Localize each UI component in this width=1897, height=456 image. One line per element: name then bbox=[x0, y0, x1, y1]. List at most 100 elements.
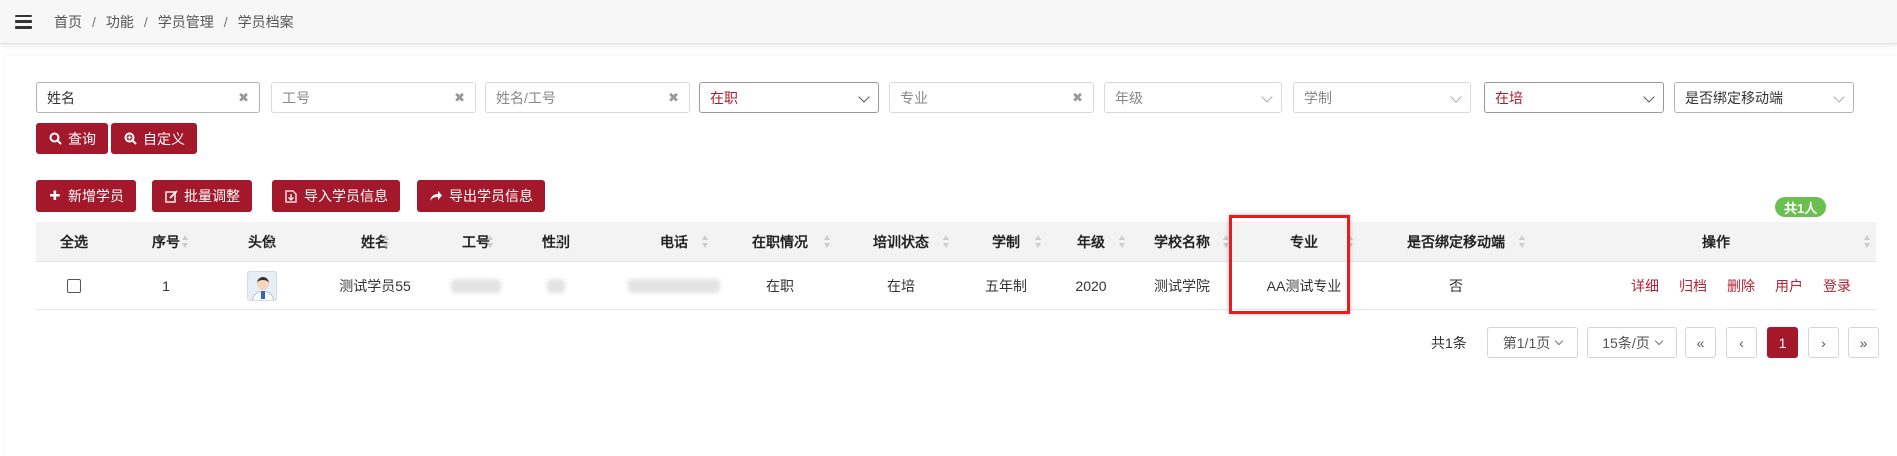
sort-icon[interactable] bbox=[702, 235, 708, 249]
employment-status-select[interactable]: 在职 bbox=[699, 82, 879, 113]
page-select[interactable]: 第1/1页 bbox=[1487, 327, 1578, 358]
prev-page-button[interactable]: ‹ bbox=[1726, 327, 1757, 358]
sort-icon[interactable] bbox=[556, 235, 562, 249]
breadcrumb-student-records: 学员档案 bbox=[237, 13, 294, 30]
program-select[interactable]: 学制 bbox=[1293, 82, 1471, 113]
row-training-status: 在培 bbox=[887, 278, 915, 294]
grade-select-text: 年级 bbox=[1115, 89, 1143, 106]
clear-icon[interactable]: ✖ bbox=[1072, 90, 1083, 106]
job-no-filter-text: 工号 bbox=[282, 89, 310, 106]
breadcrumb: 首页 / 功能 / 学员管理 / 学员档案 bbox=[54, 12, 294, 32]
clear-icon[interactable]: ✖ bbox=[454, 90, 465, 106]
page-size-select[interactable]: 15条/页 bbox=[1587, 327, 1677, 358]
row-actions: 详细 归档 删除 用户 登录 bbox=[1556, 262, 1876, 310]
sort-icon[interactable] bbox=[182, 235, 188, 249]
sort-icon[interactable] bbox=[267, 235, 273, 249]
table-header: 全选 序号 头像 姓名 工号 性别 电话 在职情况 培训状态 学制 年级 学校名… bbox=[36, 222, 1876, 262]
menu-toggle-button[interactable] bbox=[0, 0, 46, 44]
breadcrumb-student-management[interactable]: 学员管理 bbox=[158, 12, 214, 32]
delete-link[interactable]: 删除 bbox=[1727, 276, 1755, 296]
top-bar: 首页 / 功能 / 学员管理 / 学员档案 bbox=[0, 0, 1897, 44]
sort-icon[interactable] bbox=[487, 235, 493, 249]
export-students-button[interactable]: 导出学员信息 bbox=[417, 180, 545, 212]
row-grade: 2020 bbox=[1075, 278, 1107, 294]
chevron-down-icon bbox=[1643, 91, 1655, 103]
grade-select[interactable]: 年级 bbox=[1104, 82, 1282, 113]
search-icon bbox=[48, 132, 62, 146]
header-mobile-bound[interactable]: 是否绑定移动端 bbox=[1356, 222, 1556, 262]
first-page-button[interactable]: « bbox=[1685, 327, 1716, 358]
search-button[interactable]: 查询 bbox=[36, 123, 108, 154]
chevron-down-icon bbox=[858, 91, 870, 103]
clear-icon[interactable]: ✖ bbox=[238, 90, 249, 106]
last-page-button[interactable]: » bbox=[1848, 327, 1879, 358]
archive-link[interactable]: 归档 bbox=[1679, 276, 1707, 296]
row-major: AA测试专业 bbox=[1266, 278, 1342, 294]
zoom-in-icon bbox=[123, 132, 137, 146]
chevron-down-icon bbox=[1261, 91, 1273, 103]
breadcrumb-separator: / bbox=[223, 13, 228, 30]
edit-icon bbox=[164, 189, 178, 203]
program-select-text: 学制 bbox=[1304, 89, 1332, 106]
sort-icon[interactable] bbox=[943, 235, 949, 249]
training-status-select[interactable]: 在培 bbox=[1484, 82, 1664, 113]
share-icon bbox=[429, 189, 443, 203]
header-select-all[interactable]: 全选 bbox=[36, 222, 112, 262]
current-page-button[interactable]: 1 bbox=[1767, 327, 1798, 358]
chevron-down-icon bbox=[1554, 336, 1564, 346]
last-page-icon: » bbox=[1859, 334, 1868, 351]
header-school[interactable]: 学校名称 bbox=[1132, 222, 1232, 262]
pagination-total: 共1条 bbox=[1431, 334, 1467, 351]
first-page-icon: « bbox=[1696, 334, 1705, 351]
table-row: 1 测试学员55 在职 在培 五年制 2020 测试学院 AA测试专业 否 详细… bbox=[36, 262, 1876, 310]
sort-icon[interactable] bbox=[1519, 235, 1525, 249]
employment-status-value: 在职 bbox=[710, 89, 738, 106]
clear-icon[interactable]: ✖ bbox=[668, 90, 679, 106]
row-employment: 在职 bbox=[766, 278, 794, 294]
prev-page-icon: ‹ bbox=[1739, 334, 1744, 351]
sort-icon[interactable] bbox=[1035, 235, 1041, 249]
sort-icon[interactable] bbox=[1864, 235, 1870, 249]
chevron-down-icon bbox=[1654, 336, 1663, 346]
custom-button[interactable]: 自定义 bbox=[111, 123, 197, 154]
breadcrumb-function[interactable]: 功能 bbox=[106, 12, 134, 32]
login-link[interactable]: 登录 bbox=[1823, 276, 1851, 296]
user-link[interactable]: 用户 bbox=[1775, 276, 1803, 296]
header-program[interactable]: 学制 bbox=[956, 222, 1056, 262]
header-index[interactable]: 序号 bbox=[112, 222, 220, 262]
header-actions: 操作 bbox=[1702, 234, 1730, 250]
chevron-down-icon bbox=[1833, 91, 1845, 103]
row-school: 测试学院 bbox=[1154, 278, 1210, 294]
breadcrumb-home[interactable]: 首页 bbox=[54, 12, 82, 32]
import-file-icon bbox=[284, 189, 298, 203]
chevron-down-icon bbox=[1450, 91, 1462, 103]
sort-icon[interactable] bbox=[1119, 235, 1125, 249]
plus-icon: ✚ bbox=[49, 188, 61, 203]
detail-link[interactable]: 详细 bbox=[1631, 276, 1659, 296]
job-no-filter-input[interactable]: 工号 ✖ bbox=[271, 82, 476, 113]
header-major[interactable]: 专业 bbox=[1232, 222, 1376, 262]
sort-icon[interactable] bbox=[1347, 235, 1353, 249]
name-or-no-filter-text: 姓名/工号 bbox=[496, 89, 556, 106]
major-filter-input[interactable]: 专业 ✖ bbox=[889, 82, 1094, 113]
sort-icon[interactable] bbox=[383, 235, 389, 249]
row-index: 1 bbox=[162, 278, 170, 294]
row-checkbox[interactable] bbox=[67, 279, 81, 293]
custom-button-label: 自定义 bbox=[143, 130, 185, 147]
name-or-no-filter-input[interactable]: 姓名/工号 ✖ bbox=[485, 82, 690, 113]
mobile-bind-select[interactable]: 是否绑定移动端 bbox=[1674, 82, 1854, 113]
hamburger-icon bbox=[14, 14, 32, 29]
import-students-button[interactable]: 导入学员信息 bbox=[272, 180, 400, 212]
training-status-value: 在培 bbox=[1495, 89, 1523, 106]
avatar[interactable] bbox=[247, 271, 277, 301]
sort-icon[interactable] bbox=[824, 235, 830, 249]
batch-adjust-button[interactable]: 批量调整 bbox=[152, 180, 252, 212]
breadcrumb-separator: / bbox=[143, 13, 148, 30]
name-filter-input[interactable]: 姓名 ✖ bbox=[36, 82, 260, 113]
next-page-button[interactable]: › bbox=[1808, 327, 1839, 358]
sort-icon[interactable] bbox=[1223, 235, 1229, 249]
major-filter-text: 专业 bbox=[900, 89, 928, 106]
current-page-number: 1 bbox=[1778, 334, 1787, 351]
add-student-label: 新增学员 bbox=[68, 188, 124, 204]
add-student-button[interactable]: ✚ 新增学员 bbox=[36, 180, 136, 212]
